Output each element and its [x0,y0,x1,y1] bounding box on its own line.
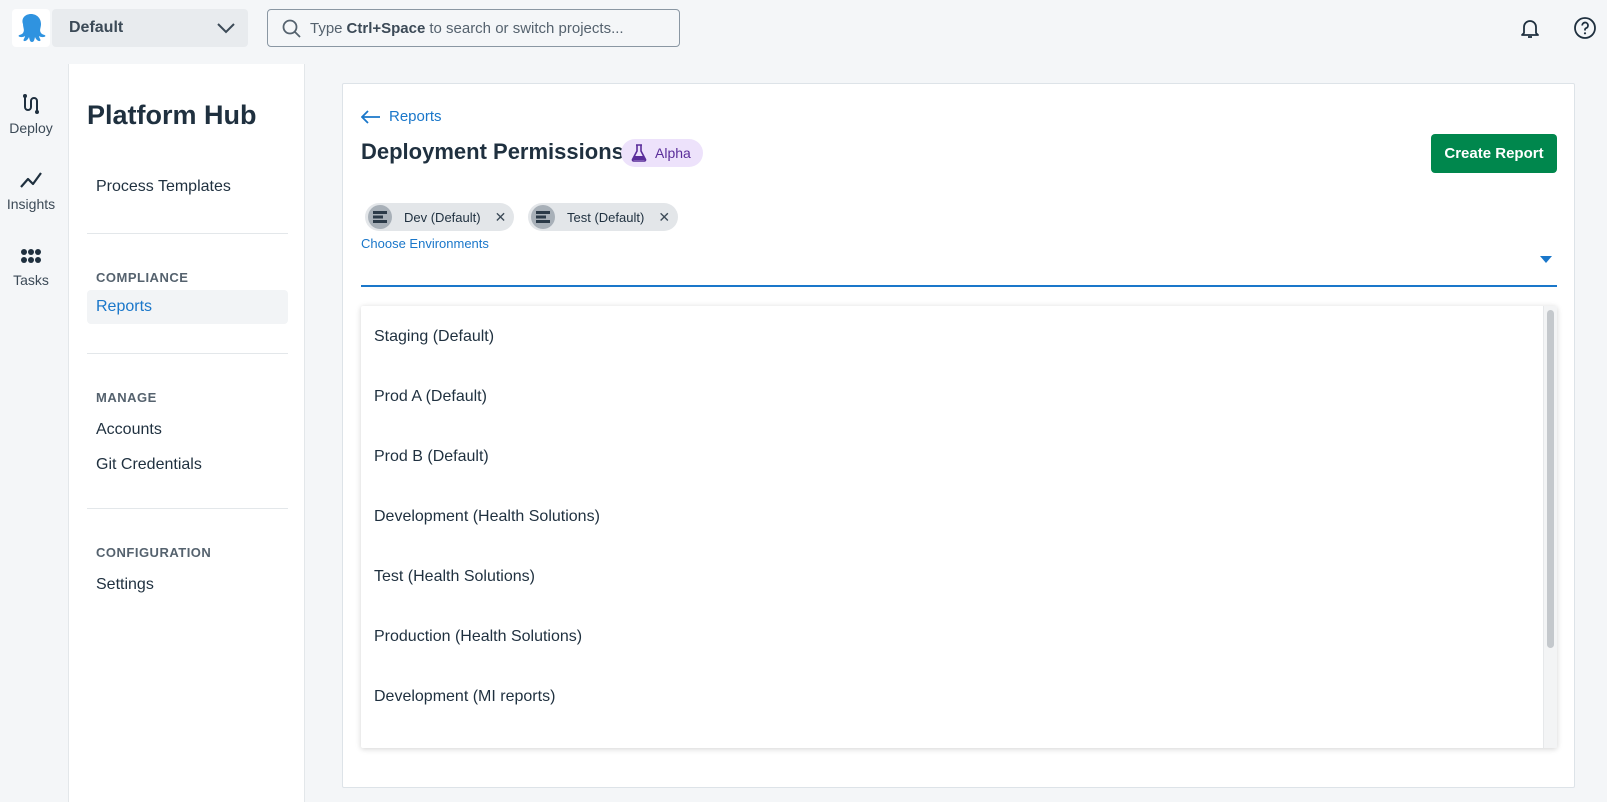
sidebar-divider [87,353,288,354]
environment-icon [368,205,392,229]
environment-icon [531,205,555,229]
deploy-icon [23,94,39,114]
sidebar-item-reports[interactable]: Reports [87,290,288,324]
sidebar-title: Platform Hub [87,100,257,130]
chip-label: Test (Default) [567,209,645,225]
scrollbar-thumb[interactable] [1547,310,1554,648]
sidebar-item-label: Reports [96,298,153,315]
sidebar-item-accounts[interactable]: Accounts [96,421,162,439]
list-item[interactable]: Prod B (Default) [374,448,489,466]
rail-item-insights[interactable]: Insights [0,169,62,212]
environment-select-input[interactable] [361,285,1557,287]
chip-label: Dev (Default) [404,209,481,225]
list-item[interactable]: Production (Health Solutions) [374,628,582,646]
environment-options-list: Staging (Default) Prod A (Default) Prod … [361,306,1557,748]
rail-label: Deploy [9,120,53,136]
badge-label: Alpha [655,145,691,161]
rail-label: Tasks [13,272,49,288]
list-item[interactable]: Staging (Default) [374,328,494,346]
sidebar-divider [87,233,288,234]
space-name: Default [69,19,124,36]
search-shortcut: Ctrl+Space [346,19,426,37]
environment-chip: Dev (Default) ✕ [365,203,515,231]
chevron-down-icon [217,23,235,34]
search-placeholder-prefix: Type [310,19,343,37]
bell-icon[interactable] [1518,16,1542,40]
dropdown-caret-icon[interactable] [1539,254,1553,264]
remove-chip-icon[interactable]: ✕ [658,209,670,226]
tasks-icon [21,249,41,263]
sidebar-heading-manage: MANAGE [96,390,157,405]
list-item[interactable]: Development (Health Solutions) [374,508,600,526]
help-icon[interactable] [1573,16,1597,40]
search-input[interactable]: Type Ctrl+Space to search or switch proj… [267,9,680,47]
choose-environments-label: Choose Environments [361,236,489,251]
environment-chip: Test (Default) ✕ [528,203,679,231]
page-title: Deployment Permissions [361,139,624,164]
arrow-left-icon [361,109,380,124]
remove-chip-icon[interactable]: ✕ [495,209,507,226]
report-panel: Reports Deployment Permissions Alpha Cre… [342,83,1575,788]
sidebar-heading-compliance: COMPLIANCE [96,270,189,285]
rail-item-tasks[interactable]: Tasks [0,245,62,288]
platform-hub-sidebar: Platform Hub Process Templates COMPLIANC… [68,64,305,802]
sidebar-item-process-templates[interactable]: Process Templates [96,178,231,196]
list-item[interactable]: Development (MI reports) [374,688,555,706]
list-item[interactable]: Test (Health Solutions) [374,568,535,586]
sidebar-item-git-credentials[interactable]: Git Credentials [96,456,202,474]
create-report-button[interactable]: Create Report [1431,134,1557,173]
sidebar-item-settings[interactable]: Settings [96,576,154,594]
back-label: Reports [389,108,442,125]
flask-icon [631,144,647,162]
sidebar-heading-configuration: CONFIGURATION [96,545,212,560]
rail-label: Insights [6,196,56,212]
search-icon [282,19,301,38]
octopus-logo-icon[interactable] [12,9,50,47]
left-rail: Deploy Insights Tasks [0,64,68,802]
scrollbar[interactable] [1543,306,1557,748]
space-selector[interactable]: Default [52,9,248,47]
list-item[interactable]: Prod A (Default) [374,388,487,406]
rail-item-deploy[interactable]: Deploy [0,93,62,136]
back-to-reports-link[interactable]: Reports [361,108,442,125]
sidebar-divider [87,508,288,509]
search-placeholder-suffix: to search or switch projects... [429,19,624,37]
insights-icon [20,172,42,188]
top-bar: Default Type Ctrl+Space to search or swi… [0,0,1607,64]
alpha-badge: Alpha [621,139,703,167]
